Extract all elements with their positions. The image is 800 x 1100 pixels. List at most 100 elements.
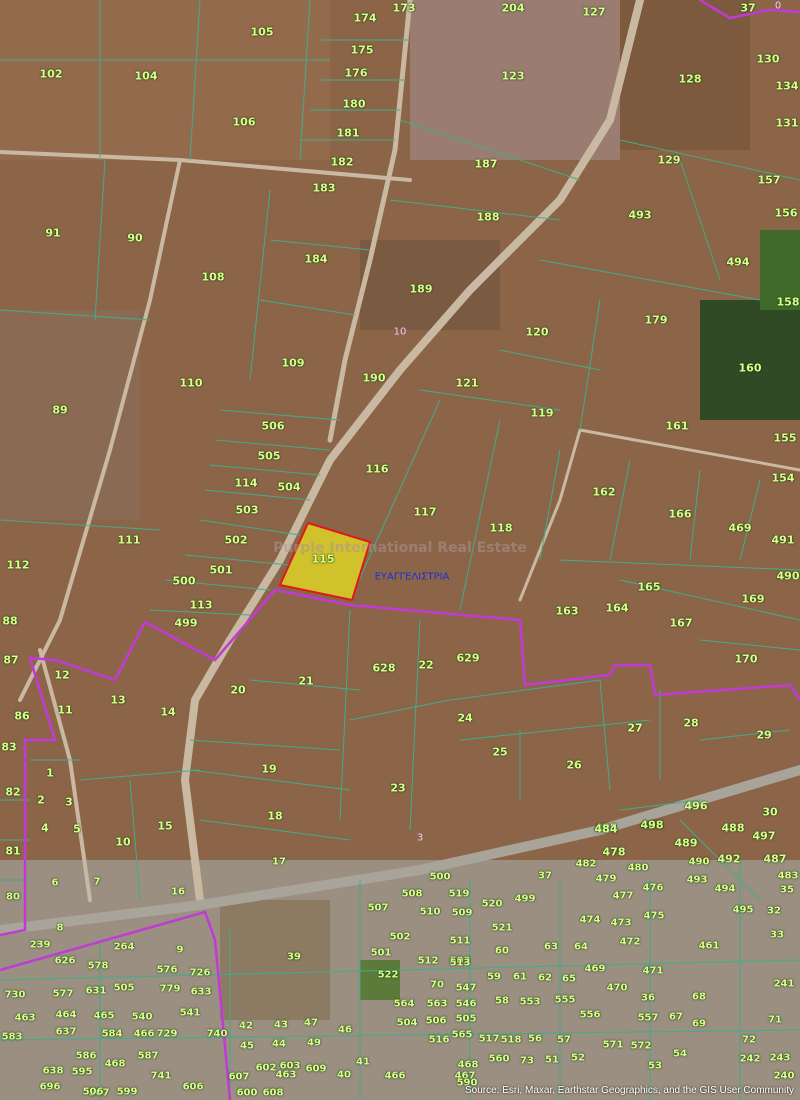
parcel-label[interactable]: 37	[538, 871, 552, 882]
parcel-label[interactable]: 80	[6, 892, 20, 903]
parcel-label[interactable]: 564	[394, 999, 415, 1010]
parcel-label[interactable]: 87	[3, 654, 18, 667]
parcel-label[interactable]: 468	[458, 1060, 479, 1071]
parcel-label[interactable]: 503	[236, 504, 259, 517]
parcel-label[interactable]: 500	[430, 872, 451, 883]
parcel-label[interactable]: 109	[282, 357, 305, 370]
parcel-label[interactable]: 505	[456, 1014, 477, 1025]
parcel-label[interactable]: 471	[643, 966, 664, 977]
parcel-label[interactable]: 584	[102, 1029, 123, 1040]
parcel-label[interactable]: 740	[207, 1029, 228, 1040]
parcel-label[interactable]: 166	[669, 508, 692, 521]
parcel-label[interactable]: 16	[171, 887, 185, 898]
parcel-label[interactable]: 157	[758, 174, 781, 187]
parcel-label[interactable]: 633	[191, 987, 212, 998]
parcel-label[interactable]: 82	[5, 786, 20, 799]
parcel-label[interactable]: 488	[722, 822, 745, 835]
parcel-label[interactable]: 4	[41, 822, 49, 835]
parcel-label[interactable]: 505	[258, 450, 281, 463]
parcel-label[interactable]: 607	[229, 1072, 250, 1083]
parcel-label[interactable]: 502	[390, 932, 411, 943]
parcel-label[interactable]: 59	[487, 972, 501, 983]
parcel-label[interactable]: 608	[263, 1088, 284, 1099]
parcel-label[interactable]: 176	[345, 67, 368, 80]
parcel-label[interactable]: 27	[627, 722, 642, 735]
parcel-label[interactable]: 35	[780, 885, 794, 896]
parcel-label[interactable]: 18	[267, 810, 282, 823]
parcel-label[interactable]: 482	[576, 859, 597, 870]
parcel-label[interactable]: 162	[593, 486, 616, 499]
parcel-label[interactable]: 73	[520, 1056, 534, 1067]
parcel-label[interactable]: 71	[768, 1015, 782, 1026]
parcel-label[interactable]: 154	[772, 472, 795, 485]
parcel-label[interactable]: 189	[410, 283, 433, 296]
parcel-label[interactable]: 160	[739, 362, 762, 375]
parcel-label[interactable]: 506	[83, 1087, 104, 1098]
parcel-label[interactable]: 127	[583, 6, 606, 19]
parcel-label[interactable]: 505	[114, 983, 135, 994]
parcel-label[interactable]: 184	[305, 253, 328, 266]
parcel-label[interactable]: 105	[251, 26, 274, 39]
parcel-label[interactable]: 504	[397, 1018, 418, 1029]
parcel-label[interactable]: 466	[385, 1071, 406, 1082]
parcel-label[interactable]: 187	[475, 158, 498, 171]
parcel-label[interactable]: 475	[644, 911, 665, 922]
parcel-label[interactable]: 112	[7, 559, 30, 572]
parcel-label[interactable]: 513	[450, 958, 471, 969]
parcel-label[interactable]: 113	[190, 599, 213, 612]
parcel-label[interactable]: 469	[585, 964, 606, 975]
parcel-label[interactable]: 494	[715, 884, 736, 895]
parcel-label[interactable]: 108	[202, 271, 225, 284]
parcel-label[interactable]: 72	[742, 1035, 756, 1046]
parcel-label[interactable]: 726	[190, 968, 211, 979]
parcel-label[interactable]: 469	[729, 522, 752, 535]
parcel-label[interactable]: 110	[180, 377, 203, 390]
parcel-label[interactable]: 190	[363, 372, 386, 385]
parcel-label[interactable]: 123	[502, 70, 525, 83]
parcel-label[interactable]: 63	[544, 942, 558, 953]
parcel-label[interactable]: 182	[331, 156, 354, 169]
parcel-label[interactable]: 23	[390, 782, 405, 795]
parcel-label[interactable]: 464	[56, 1010, 77, 1021]
parcel-label[interactable]: 509	[452, 908, 473, 919]
parcel-label[interactable]: 42	[239, 1021, 253, 1032]
parcel-label[interactable]: 170	[735, 653, 758, 666]
parcel-label[interactable]: 156	[775, 207, 798, 220]
parcel-label[interactable]: 637	[56, 1027, 77, 1038]
parcel-label[interactable]: 54	[673, 1049, 687, 1060]
parcel-label[interactable]: 51	[545, 1055, 559, 1066]
parcel-label[interactable]: 506	[426, 1016, 447, 1027]
parcel-label[interactable]: 628	[373, 662, 396, 675]
parcel-label[interactable]: 474	[580, 915, 601, 926]
parcel-label[interactable]: 15	[157, 820, 172, 833]
parcel-label[interactable]: 116	[366, 463, 389, 476]
parcel-label[interactable]: 12	[54, 669, 69, 682]
parcel-label[interactable]: 779	[160, 984, 181, 995]
parcel-label[interactable]: 522	[378, 970, 399, 981]
parcel-label[interactable]: 466	[134, 1029, 155, 1040]
parcel-label[interactable]: 487	[764, 853, 787, 866]
parcel-label[interactable]: 11	[57, 704, 72, 717]
parcel-label[interactable]: 484	[595, 823, 618, 836]
parcel-label[interactable]: 547	[456, 983, 477, 994]
parcel-label[interactable]: 32	[767, 906, 781, 917]
parcel-label[interactable]: 463	[15, 1013, 36, 1024]
parcel-label[interactable]: 183	[313, 182, 336, 195]
parcel-label[interactable]: 491	[772, 534, 795, 547]
parcel-label[interactable]: 129	[658, 154, 681, 167]
parcel-label[interactable]: 541	[180, 1008, 201, 1019]
parcel-label[interactable]: 29	[756, 729, 771, 742]
parcel-label[interactable]: 49	[307, 1038, 321, 1049]
parcel-label[interactable]: 741	[151, 1071, 172, 1082]
parcel-label[interactable]: 131	[776, 117, 799, 130]
parcel-label[interactable]: 6	[52, 878, 59, 889]
parcel-label[interactable]: 33	[770, 930, 784, 941]
parcel-label[interactable]: 204	[502, 2, 525, 15]
parcel-label[interactable]: 128	[679, 73, 702, 86]
parcel-label[interactable]: 508	[402, 889, 423, 900]
parcel-label[interactable]: 609	[306, 1064, 327, 1075]
parcel-label[interactable]: 571	[603, 1040, 624, 1051]
parcel-label[interactable]: 496	[685, 800, 708, 813]
parcel-label[interactable]: 477	[613, 891, 634, 902]
parcel-label[interactable]: 62	[538, 973, 552, 984]
